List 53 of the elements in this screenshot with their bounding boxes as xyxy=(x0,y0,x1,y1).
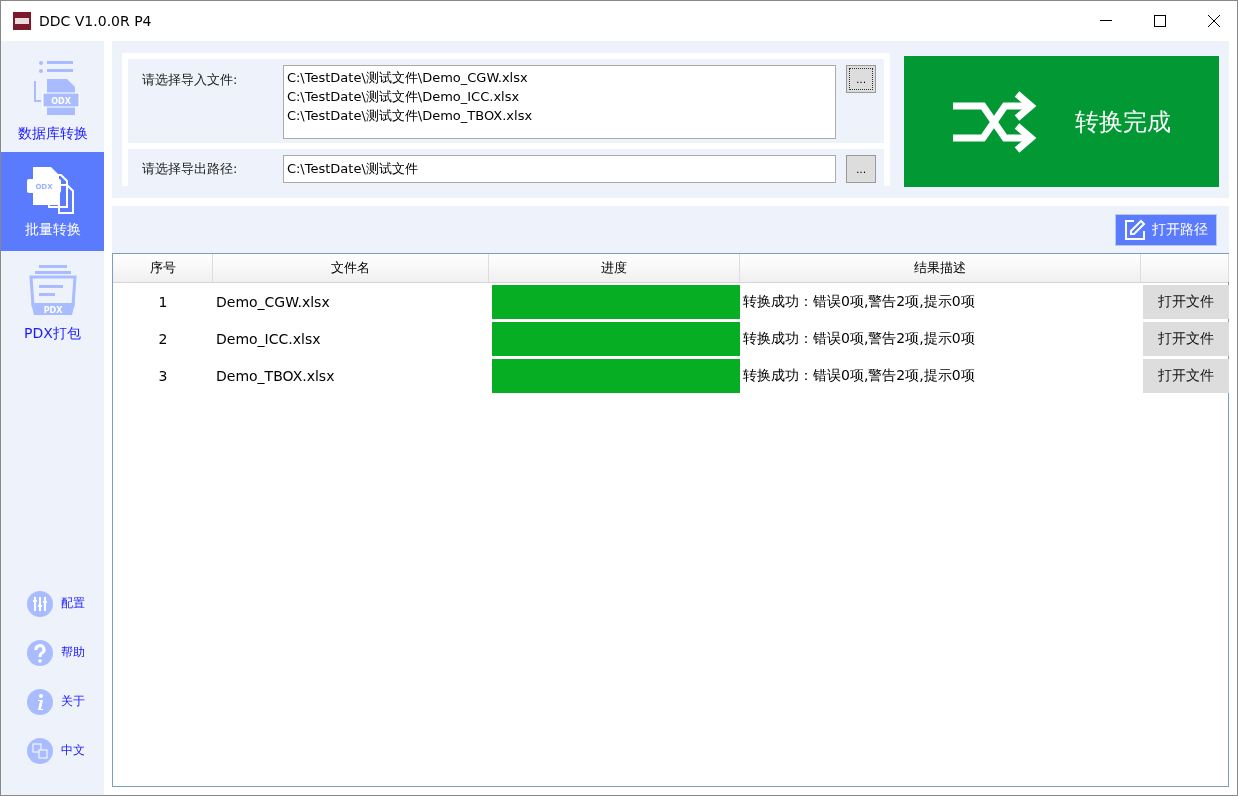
documents-icon xyxy=(26,166,74,214)
minimize-icon xyxy=(1100,20,1112,22)
table-cell-text: Demo_ICC.xlsx xyxy=(215,330,322,347)
document-list-icon xyxy=(33,60,79,115)
table-cell-text: Demo_CGW.xlsx xyxy=(215,293,331,310)
link-label: 中文 xyxy=(61,742,85,759)
browse-button[interactable]: ... xyxy=(846,155,876,183)
package-icon xyxy=(28,264,77,315)
file-list-field[interactable]: C:\TestDate\测试文件\Demo_CGW.xlsx C:\TestDate\测试文件\Demo_ICC.xlsx C:\TestDate\测试文件\Demo_TBOX.xlsx xyxy=(282,65,837,139)
icon-label: PDX xyxy=(43,305,62,315)
file-path: C:\TestDate\测试文件\Demo_TBOX.xlsx xyxy=(286,107,534,125)
column-header: 文件名 xyxy=(213,254,489,282)
open-path-button[interactable]: 打开路径 xyxy=(1115,213,1217,246)
help-icon xyxy=(27,639,53,666)
sidebar-link[interactable]: 中文 xyxy=(1,726,104,775)
file-path: C:\TestDate\测试文件\Demo_ICC.xlsx xyxy=(286,88,521,106)
maximize-icon xyxy=(1154,15,1166,27)
field-label: 请选择导入文件: xyxy=(142,71,239,89)
open-file-button[interactable]: 打开文件 xyxy=(1143,321,1229,356)
edit-icon xyxy=(1124,218,1146,241)
browse-button[interactable]: ... xyxy=(846,65,876,93)
sidebar-item[interactable]: PDX PDX打包 xyxy=(1,253,104,352)
close-icon xyxy=(1208,15,1220,27)
shuffle-icon xyxy=(952,89,1037,154)
table-cell-text: 1 xyxy=(157,293,169,310)
field-label: 请选择导出路径: xyxy=(142,160,239,178)
sidebar-item[interactable]: ODX 数据库转换 xyxy=(1,51,104,150)
column-header: 结果描述 xyxy=(740,254,1141,282)
column-header: 进度 xyxy=(489,254,740,282)
table-cell-text: 转换成功：错误0项,警告2项,提示0项 xyxy=(742,366,976,385)
table-cell-text: Demo_TBOX.xlsx xyxy=(215,367,336,384)
table-cell-text: 转换成功：错误0项,警告2项,提示0项 xyxy=(742,329,976,348)
sidebar-link[interactable]: 帮助 xyxy=(1,628,104,677)
table-cell-text: 3 xyxy=(157,367,169,384)
table-cell-text: 2 xyxy=(157,330,169,347)
sidebar-link[interactable]: 关于 xyxy=(1,677,104,726)
link-label: 帮助 xyxy=(61,644,85,661)
column-header: 序号 xyxy=(113,254,213,282)
icon-label: ODX xyxy=(50,96,71,106)
translate-icon xyxy=(27,737,53,764)
link-label: 配置 xyxy=(61,595,85,612)
status-text: 转换完成 xyxy=(1074,106,1171,138)
path-field[interactable]: C:\TestDate\测试文件 xyxy=(282,155,837,183)
info-icon xyxy=(27,688,53,715)
open-file-button[interactable]: 打开文件 xyxy=(1143,358,1229,393)
sliders-icon xyxy=(27,590,53,617)
link-label: 关于 xyxy=(61,693,85,710)
open-file-button[interactable]: 打开文件 xyxy=(1143,284,1229,319)
sidebar-link[interactable]: 配置 xyxy=(1,579,104,628)
file-path: C:\TestDate\测试文件\Demo_CGW.xlsx xyxy=(286,69,529,87)
app-logo xyxy=(13,12,31,30)
table-cell-text: 转换成功：错误0项,警告2项,提示0项 xyxy=(742,292,976,311)
window-title: DDC V1.0.0R P4 xyxy=(39,13,153,29)
